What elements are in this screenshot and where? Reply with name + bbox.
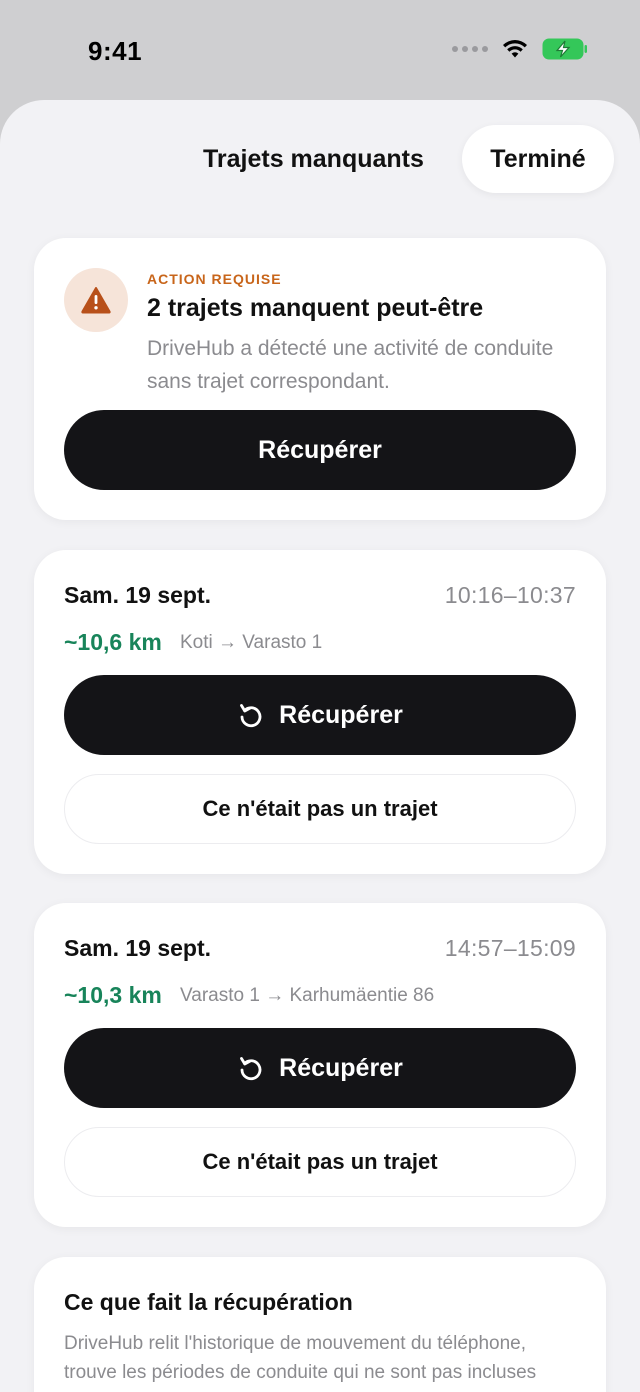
warning-badge [64, 268, 128, 332]
trip-distance: ~10,3 km [64, 982, 162, 1008]
battery-charging-icon [542, 38, 587, 60]
action-required-card: ACTION REQUISE 2 trajets manquent peut-ê… [34, 238, 606, 520]
recover-trip-button[interactable]: Récupérer [64, 1028, 576, 1108]
info-title: Ce que fait la récupération [64, 1289, 353, 1315]
alert-eyebrow: ACTION REQUISE [147, 271, 282, 287]
trip-time-range: 10:16–10:37 [444, 582, 576, 608]
trip-route: Koti → Varasto 1 [180, 632, 323, 653]
not-a-trip-button[interactable]: Ce n'était pas un trajet [64, 774, 576, 844]
trip-date: Sam. 19 sept. [64, 582, 212, 608]
rotate-ccw-icon [240, 704, 262, 728]
trip-date: Sam. 19 sept. [64, 935, 212, 961]
recover-trip-label: Récupérer [279, 700, 403, 729]
recover-all-label: Récupérer [258, 435, 382, 464]
recover-trip-label: Récupérer [279, 1053, 403, 1082]
sheet-title: Trajets manquants [203, 145, 424, 173]
cellular-signal-icon [452, 46, 488, 52]
recovery-info-card: Ce que fait la récupération DriveHub rel… [34, 1257, 606, 1392]
alert-description: DriveHub a détecté une activité de condu… [147, 337, 554, 393]
alert-title: 2 trajets manquent peut-être [147, 294, 484, 322]
missing-trips-sheet: Trajets manquants Terminé ACTION REQUISE… [0, 100, 640, 1392]
status-bar: 9:41 [0, 0, 640, 100]
trip-distance: ~10,6 km [64, 629, 162, 655]
wifi-icon [503, 40, 527, 58]
missing-trip-card: Sam. 19 sept. 14:57–15:09 ~10,3 km Varas… [34, 903, 606, 1227]
trip-route: Varasto 1 → Karhumäentie 86 [180, 985, 435, 1006]
status-time: 9:41 [88, 36, 143, 66]
info-text: DriveHub relit l'historique de mouvement… [64, 1333, 537, 1392]
trip-time-range: 14:57–15:09 [444, 935, 576, 961]
recover-trip-button[interactable]: Récupérer [64, 675, 576, 755]
not-a-trip-button[interactable]: Ce n'était pas un trajet [64, 1127, 576, 1197]
recover-all-button[interactable]: Récupérer [64, 410, 576, 490]
done-button[interactable]: Terminé [462, 125, 614, 193]
status-indicators [452, 38, 588, 60]
missing-trip-card: Sam. 19 sept. 10:16–10:37 ~10,6 km Koti … [34, 550, 606, 874]
warning-triangle-icon [81, 287, 111, 314]
rotate-ccw-icon [240, 1057, 262, 1081]
sheet-header: Trajets manquants Terminé [0, 100, 640, 220]
